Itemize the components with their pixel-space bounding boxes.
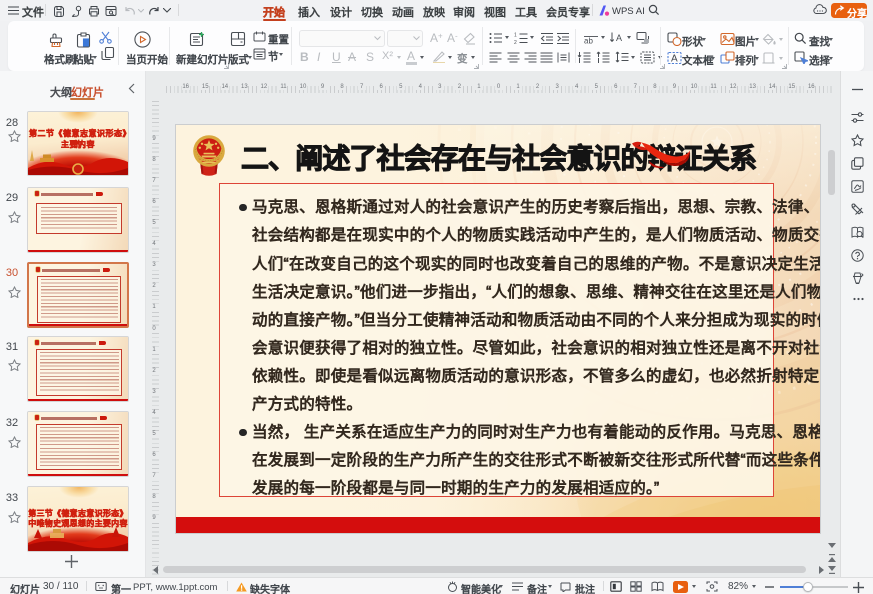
svg-text:A: A [671, 54, 678, 65]
svg-text:A: A [616, 33, 622, 43]
svg-text:2: 2 [514, 40, 517, 44]
svg-text:1: 1 [514, 33, 517, 39]
svg-text:ab: ab [584, 37, 593, 45]
